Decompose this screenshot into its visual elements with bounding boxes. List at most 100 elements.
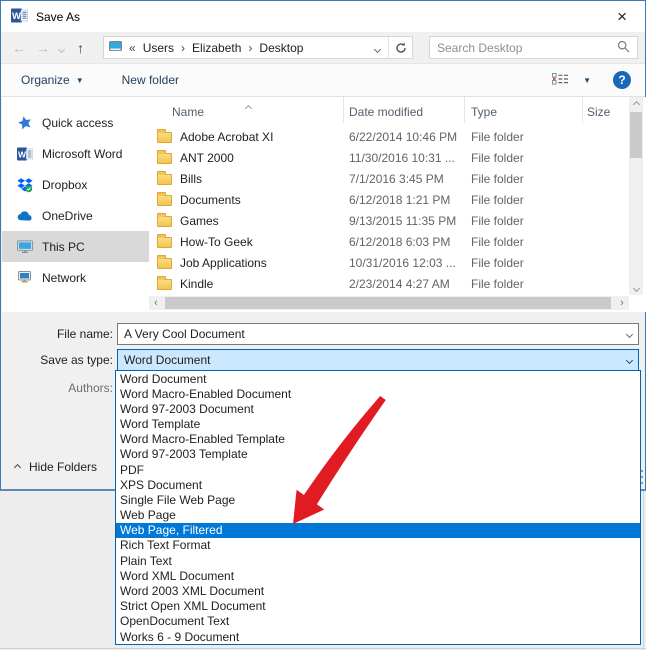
file-name-chevron-icon[interactable]	[626, 330, 633, 337]
back-arrow-icon[interactable]: ←	[7, 41, 31, 55]
horizontal-scrollbar[interactable]: ‹ ›	[149, 296, 629, 310]
vertical-scroll-thumb[interactable]	[630, 112, 642, 158]
breadcrumb-items: Users › Elizabeth › Desktop	[143, 41, 304, 55]
sidebar-item-dropbox[interactable]: Dropbox	[2, 169, 149, 200]
details-view-icon	[552, 72, 569, 89]
breadcrumb-item[interactable]: Users	[143, 41, 174, 55]
file-name: Bills	[180, 172, 202, 186]
save-as-type-chevron-icon[interactable]	[626, 356, 633, 363]
sidebar-item-this-pc[interactable]: This PC	[2, 231, 149, 262]
recent-locations-chevron-icon[interactable]	[55, 41, 68, 55]
help-icon[interactable]: ?	[613, 71, 631, 89]
file-name-label: File name:	[1, 327, 113, 341]
folder-icon	[157, 195, 172, 206]
file-type: File folder	[465, 235, 583, 249]
table-row[interactable]: How-To Geek6/12/2018 6:03 PMFile folder	[149, 231, 629, 252]
address-bar[interactable]: « Users › Elizabeth › Desktop	[103, 36, 413, 59]
forward-arrow-icon[interactable]: →	[31, 41, 55, 55]
breadcrumb: « Users › Elizabeth › Desktop	[104, 41, 367, 55]
dropdown-option[interactable]: Word Macro-Enabled Document	[116, 386, 640, 401]
save-as-type-select[interactable]: Word Document	[117, 349, 639, 371]
table-row[interactable]: ANT 200011/30/2016 10:31 ...File folder	[149, 147, 629, 168]
table-row[interactable]: Games9/13/2015 11:35 PMFile folder	[149, 210, 629, 231]
table-row[interactable]: Job Applications10/31/2016 12:03 ...File…	[149, 252, 629, 273]
dropdown-option[interactable]: PDF	[116, 462, 640, 477]
sidebar-item-quick-access[interactable]: Quick access	[2, 107, 149, 138]
column-header-date-modified[interactable]: Date modified	[344, 97, 465, 123]
close-icon[interactable]: ×	[609, 7, 635, 27]
dropdown-option[interactable]: Works 6 - 9 Document	[116, 629, 640, 644]
screenshot-edge	[0, 648, 646, 649]
search-icon[interactable]	[617, 40, 630, 56]
column-header-size[interactable]: Size	[583, 97, 629, 123]
dropdown-option[interactable]: Web Page, Filtered	[116, 523, 640, 538]
organize-button[interactable]: Organize ▼	[21, 73, 84, 87]
file-date-modified: 2/23/2014 4:27 AM	[344, 277, 465, 291]
screenshot-edge	[643, 491, 644, 650]
file-list-pane: Name Date modified Type Size Adobe Acrob…	[149, 97, 646, 312]
dropdown-option[interactable]: Word Document	[116, 371, 640, 386]
sidebar-item-label: Microsoft Word	[42, 147, 122, 161]
dropdown-option[interactable]: OpenDocument Text	[116, 614, 640, 629]
scroll-left-icon[interactable]: ‹	[149, 296, 163, 310]
horizontal-scroll-thumb[interactable]	[165, 297, 611, 309]
refresh-icon[interactable]	[388, 37, 412, 58]
vertical-scrollbar[interactable]	[629, 97, 643, 295]
breadcrumb-item[interactable]: Elizabeth	[192, 41, 241, 55]
microsoft-word-icon: W	[17, 146, 33, 162]
dropdown-option[interactable]: Word Macro-Enabled Template	[116, 432, 640, 447]
dropdown-option[interactable]: Word 97-2003 Document	[116, 401, 640, 416]
file-date-modified: 7/1/2016 3:45 PM	[344, 172, 465, 186]
dropdown-option[interactable]: Web Page	[116, 508, 640, 523]
file-name: How-To Geek	[180, 235, 253, 249]
address-dropdown-chevron-icon[interactable]	[367, 41, 388, 55]
up-arrow-icon[interactable]: ↑	[72, 41, 89, 55]
file-date-modified: 9/13/2015 11:35 PM	[344, 214, 465, 228]
sidebar-item-network[interactable]: Network	[2, 262, 149, 293]
dropdown-option[interactable]: Word XML Document	[116, 568, 640, 583]
sidebar-item-microsoft-word[interactable]: W Microsoft Word	[2, 138, 149, 169]
chevron-right-separator-icon[interactable]: ›	[181, 41, 185, 55]
dropdown-option[interactable]: Word 97-2003 Template	[116, 447, 640, 462]
file-type: File folder	[465, 172, 583, 186]
new-folder-button[interactable]: New folder	[122, 73, 179, 87]
file-type: File folder	[465, 130, 583, 144]
save-as-type-value: Word Document	[124, 353, 627, 367]
dropdown-option[interactable]: Single File Web Page	[116, 492, 640, 507]
views-button[interactable]: ▼	[552, 72, 591, 89]
table-row[interactable]: Bills 7/1/2016 3:45 PMFile folder	[149, 168, 629, 189]
file-type: File folder	[465, 151, 583, 165]
scroll-up-icon[interactable]	[629, 97, 643, 111]
command-bar: Organize ▼ New folder ▼ ?	[1, 63, 645, 97]
file-date-modified: 6/12/2018 1:21 PM	[344, 193, 465, 207]
network-computer-icon	[17, 270, 33, 286]
dropdown-option[interactable]: Word 2003 XML Document	[116, 583, 640, 598]
search-input[interactable]: Search Desktop	[429, 36, 638, 59]
dropdown-option[interactable]: Plain Text	[116, 553, 640, 568]
breadcrumb-overflow[interactable]: «	[129, 41, 136, 55]
word-app-icon: W	[11, 7, 28, 27]
dropdown-option[interactable]: XPS Document	[116, 477, 640, 492]
folder-icon	[157, 237, 172, 248]
column-header-type[interactable]: Type	[465, 97, 583, 123]
file-name-input[interactable]: A Very Cool Document	[117, 323, 639, 345]
save-as-type-label: Save as type:	[1, 353, 113, 367]
scroll-down-icon[interactable]	[629, 281, 643, 295]
dropbox-icon	[17, 177, 33, 193]
column-header-name[interactable]: Name	[149, 97, 344, 123]
hide-folders-button[interactable]: Hide Folders	[15, 460, 97, 474]
table-row[interactable]: Adobe Acrobat XI6/22/2014 10:46 PMFile f…	[149, 126, 629, 147]
scroll-right-icon[interactable]: ›	[615, 296, 629, 310]
file-name: ANT 2000	[180, 151, 234, 165]
dropdown-option[interactable]: Rich Text Format	[116, 538, 640, 553]
table-row[interactable]: Documents6/12/2018 1:21 PMFile folder	[149, 189, 629, 210]
file-type: File folder	[465, 193, 583, 207]
chevron-right-separator-icon[interactable]: ›	[248, 41, 252, 55]
breadcrumb-item[interactable]: Desktop	[259, 41, 303, 55]
table-row[interactable]: Kindle2/23/2014 4:27 AMFile folder	[149, 273, 629, 294]
svg-text:W: W	[12, 11, 21, 22]
quick-access-star-icon	[17, 115, 33, 131]
dropdown-option[interactable]: Word Template	[116, 417, 640, 432]
dropdown-option[interactable]: Strict Open XML Document	[116, 599, 640, 614]
sidebar-item-onedrive[interactable]: OneDrive	[2, 200, 149, 231]
